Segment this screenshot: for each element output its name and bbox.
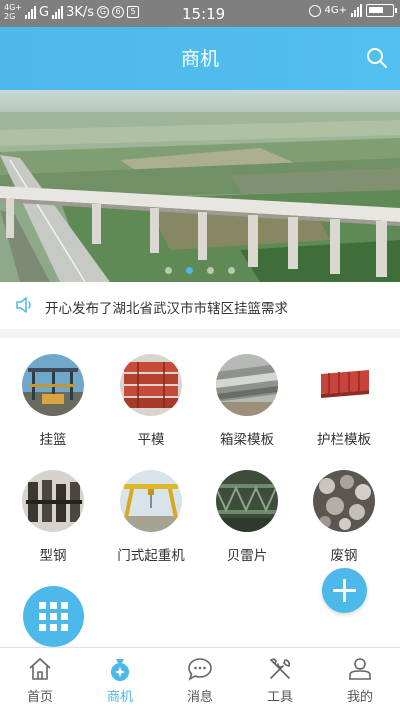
category-item-section-steel[interactable]: 型钢 (3, 470, 103, 564)
category-item-hanging-basket[interactable]: 挂篮 (3, 354, 103, 448)
tab-label: 商机 (106, 690, 133, 705)
carousel-dot-active[interactable] (186, 267, 193, 274)
gantry-crane-photo (120, 470, 182, 532)
app-notification-icon: G (97, 6, 110, 18)
network2-label: G (39, 4, 50, 20)
notice-bar[interactable]: 开心发布了湖北省武汉市市辖区挂篮需求 (0, 282, 400, 329)
tools-icon (269, 658, 291, 679)
status-right: 4G+ (308, 4, 397, 17)
tab-messages[interactable]: 消息 (160, 648, 240, 711)
speaker-icon (16, 297, 31, 313)
category-item-bailey-panel[interactable]: 贝雷片 (197, 470, 297, 564)
bottom-tab-bar: 首页 商机 消息 工具 我的 (0, 647, 400, 711)
banner-carousel[interactable] (0, 90, 400, 282)
category-item-guardrail-formwork[interactable]: 护栏模板 (294, 354, 394, 448)
status-left: 4G+ 2G G 3K/s G 6 5 (4, 3, 140, 21)
tab-label: 我的 (346, 690, 373, 705)
message-icon (188, 658, 212, 681)
section-steel-photo (22, 470, 84, 532)
network-type: 4G+ 2G (4, 3, 22, 21)
battery-icon (366, 4, 397, 17)
grid-icon (39, 602, 68, 631)
category-item-flat-formwork[interactable]: 平模 (101, 354, 201, 448)
notice-text: 开心发布了湖北省武汉市市辖区挂篮需求 (45, 301, 288, 317)
box-girder-formwork-photo (216, 354, 278, 416)
tab-label: 工具 (266, 690, 293, 705)
clock: 15:19 (182, 5, 226, 23)
tab-label: 首页 (26, 690, 53, 705)
tab-label: 消息 (186, 690, 213, 705)
category-label: 挂篮 (39, 432, 67, 448)
carousel-dot[interactable] (165, 267, 172, 274)
tab-home[interactable]: 首页 (0, 648, 80, 711)
tab-profile[interactable]: 我的 (320, 648, 400, 711)
carousel-dot[interactable] (207, 267, 214, 274)
add-button[interactable] (322, 568, 367, 613)
search-icon[interactable] (366, 47, 388, 69)
business-bag-icon (111, 659, 129, 681)
carousel-indicator (0, 267, 400, 274)
carousel-dot[interactable] (228, 267, 235, 274)
menu-grid-button[interactable] (23, 586, 84, 647)
home-icon (29, 658, 51, 680)
bailey-panel-photo (216, 470, 278, 532)
category-item-box-girder-formwork[interactable]: 箱梁模板 (197, 354, 297, 448)
app-notification-icon-2: 6 (112, 6, 125, 18)
net-speed: 3K/s (66, 4, 95, 20)
status-bar: 4G+ 2G G 3K/s G 6 5 15:19 4G+ (0, 0, 400, 27)
signal2-icon (52, 5, 64, 19)
category-label: 废钢 (330, 548, 358, 564)
category-label: 平模 (137, 432, 165, 448)
category-label: 护栏模板 (317, 432, 371, 448)
category-label: 箱梁模板 (220, 432, 274, 448)
signal3-icon (351, 4, 362, 17)
signal-icon (25, 5, 36, 19)
flat-formwork-photo (120, 354, 182, 416)
profile-icon (349, 658, 371, 680)
category-label: 型钢 (39, 548, 67, 564)
app-header: 商机 (0, 27, 400, 90)
alarm-icon (308, 4, 321, 17)
category-item-gantry-crane[interactable]: 门式起重机 (101, 470, 201, 564)
tab-tools[interactable]: 工具 (240, 648, 320, 711)
app-notification-icon-3: 5 (127, 6, 140, 18)
right-network-label: 4G+ (324, 5, 348, 16)
scrap-steel-photo (313, 470, 375, 532)
category-label: 贝雷片 (226, 548, 268, 564)
network-bottom-label: 2G (4, 12, 16, 21)
guardrail-formwork-photo (313, 354, 375, 416)
network-top-label: 4G+ (4, 3, 22, 12)
page-title: 商机 (180, 48, 219, 70)
banner-image (0, 90, 400, 282)
category-item-scrap-steel[interactable]: 废钢 (294, 470, 394, 564)
tab-business[interactable]: 商机 (80, 648, 160, 711)
category-label: 门式起重机 (117, 548, 185, 564)
hanging-basket-photo (22, 354, 84, 416)
